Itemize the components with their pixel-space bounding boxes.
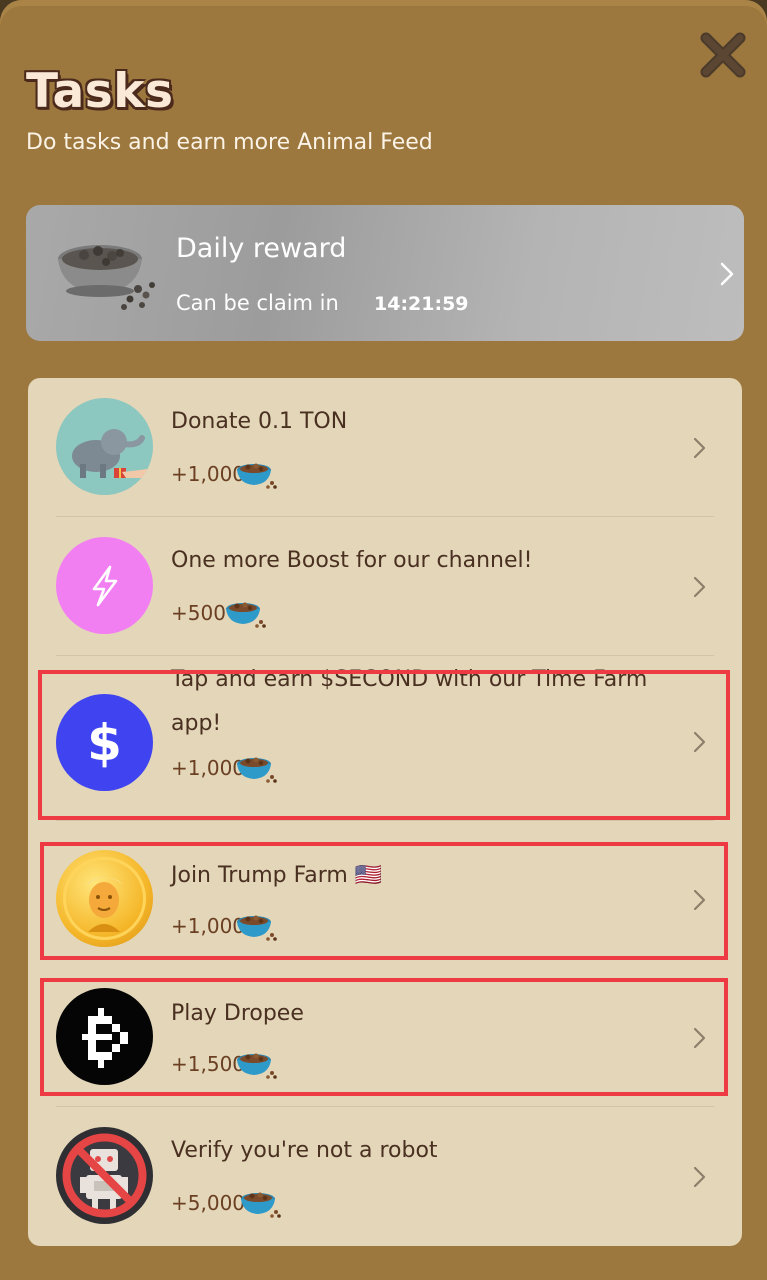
task-item-time-farm[interactable]: $ Tap and earn $SECOND with our Time Far… — [28, 656, 742, 820]
task-reward: +500 — [171, 601, 226, 625]
task-label: Verify you're not a robot — [171, 1138, 438, 1163]
daily-reward-title: Daily reward — [176, 233, 347, 264]
close-icon[interactable] — [700, 32, 746, 78]
chevron-right-icon — [693, 576, 706, 598]
task-label: One more Boost for our channel! — [171, 548, 533, 573]
chevron-right-icon — [693, 1166, 706, 1188]
dropee-logo-icon — [56, 988, 153, 1085]
daily-reward-subtitle: Can be claim in — [176, 291, 339, 315]
daily-reward-card[interactable]: Daily reward Can be claim in 14:21:59 — [26, 205, 744, 341]
task-item-donate[interactable]: Donate 0.1 TON +1,000 — [28, 378, 742, 516]
task-item-trump-farm[interactable]: Join Trump Farm 🇺🇸 +1,000 — [28, 840, 742, 966]
task-item-dropee[interactable]: Play Dropee +1,500 — [28, 978, 742, 1104]
page-title: Tasks — [26, 64, 174, 119]
task-list: Donate 0.1 TON +1,000 One more Boost for… — [28, 378, 742, 1246]
dollar-icon: $ — [56, 694, 153, 791]
task-reward: +5,000 — [171, 1191, 246, 1215]
chevron-right-icon — [693, 437, 706, 459]
page-subtitle: Do tasks and earn more Animal Feed — [26, 130, 433, 155]
feed-bowl-icon — [237, 463, 277, 489]
trump-coin-icon — [56, 850, 153, 947]
divider — [56, 820, 714, 821]
elephant-gift-icon — [56, 398, 153, 495]
task-label: Donate 0.1 TON — [171, 409, 348, 434]
chevron-right-icon — [693, 889, 706, 911]
feed-bowl-icon — [237, 915, 277, 941]
chevron-right-icon — [720, 262, 734, 286]
no-robot-icon — [56, 1127, 153, 1224]
feed-bowl-icon — [226, 602, 266, 628]
feed-bowl-icon — [237, 757, 277, 783]
task-item-verify-robot[interactable]: Verify you're not a robot +5,000 — [28, 1107, 742, 1245]
daily-reward-timer: 14:21:59 — [374, 293, 469, 315]
lightning-icon — [56, 537, 153, 634]
feed-bowl-icon — [241, 1192, 281, 1218]
task-label: Join Trump Farm 🇺🇸 — [171, 863, 383, 888]
task-item-boost[interactable]: One more Boost for our channel! +500 — [28, 517, 742, 655]
tasks-sheet: Tasks Do tasks and earn more Animal Feed… — [0, 0, 767, 1280]
chevron-right-icon — [693, 731, 706, 753]
task-label: Play Dropee — [171, 1001, 304, 1026]
feed-bowl-icon — [237, 1053, 277, 1079]
pet-food-bowl-icon — [58, 245, 155, 310]
svg-text:$: $ — [87, 714, 122, 772]
task-label: Tap and earn $SECOND with our Time Farm … — [171, 667, 648, 736]
chevron-right-icon — [693, 1027, 706, 1049]
